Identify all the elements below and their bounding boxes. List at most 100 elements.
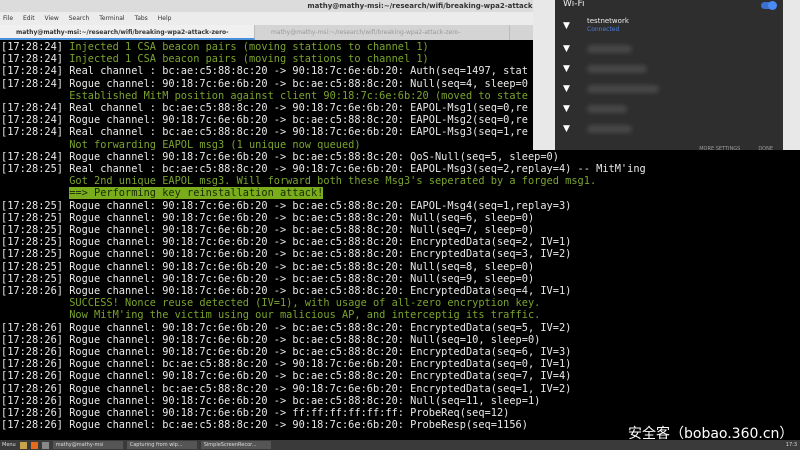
timestamp: [17:28:25] <box>1 236 70 249</box>
network-item[interactable]: ▼ <box>563 80 773 100</box>
terminal-icon[interactable] <box>41 441 49 449</box>
timestamp: [17:28:26] <box>1 333 70 346</box>
line-text: Rogue channel: 90:18:7c:6e:6b:20 -> bc:a… <box>69 370 572 383</box>
taskbar-item-terminal[interactable]: mathy@mathy-msi <box>52 441 123 449</box>
timestamp: [17:28:26] <box>1 346 70 359</box>
line-text: Rogue channel: 90:18:7c:6e:6b:20 -> bc:a… <box>69 199 572 212</box>
wifi-signal-icon: ▼ <box>563 21 570 31</box>
done-button[interactable]: DONE <box>758 146 773 152</box>
taskbar-item-wireshark[interactable]: Capturing from wlp... <box>126 441 197 449</box>
line-text: Rogue channel: 90:18:7c:6e:6b:20 -> bc:a… <box>69 346 572 359</box>
terminal-line: [17:28:25] Rogue channel: 90:18:7c:6e:6b… <box>1 248 800 260</box>
menu-file[interactable]: File <box>3 15 13 22</box>
timestamp: [17:28:24] <box>1 77 70 90</box>
menu-terminal[interactable]: Terminal <box>99 15 124 22</box>
network-item[interactable]: ▼ <box>563 120 773 140</box>
timestamp: [17:28:24] <box>1 53 70 66</box>
network-name-blurred <box>587 85 659 93</box>
network-item-connected[interactable]: ▼ testnetwork Connected <box>563 17 773 37</box>
wifi-toggle[interactable] <box>761 1 777 10</box>
line-text: Real channel : bc:ae:c5:88:8c:20 -> 90:1… <box>69 65 528 78</box>
line-text: Rogue channel: 90:18:7c:6e:6b:20 -> bc:a… <box>69 285 572 298</box>
wifi-panel: Wi-Fi ▼ testnetwork Connected ▼ ▼ ▼ ▼ ▼ MORE… <box>555 0 783 152</box>
firefox-icon[interactable] <box>30 441 38 449</box>
menu-view[interactable]: View <box>45 15 59 22</box>
timestamp <box>1 297 69 309</box>
timestamp: [17:28:26] <box>1 407 70 420</box>
menu-edit[interactable]: Edit <box>23 15 35 22</box>
terminal-line: [17:28:25] Real channel : bc:ae:c5:88:8c… <box>1 163 800 175</box>
timestamp: [17:28:26] <box>1 321 70 334</box>
more-settings-button[interactable]: MORE SETTINGS <box>699 146 740 152</box>
wifi-signal-icon: ▼ <box>563 44 570 54</box>
timestamp <box>1 309 69 321</box>
terminal-line: [17:28:25] Rogue channel: 90:18:7c:6e:6b… <box>1 212 800 224</box>
wifi-signal-icon: ▼ <box>563 104 570 114</box>
terminal-line: ==> Performing key reinstallation attack… <box>1 187 800 200</box>
network-name-blurred <box>587 105 627 113</box>
wifi-signal-icon: ▼ <box>563 124 570 134</box>
wifi-signal-icon: ▼ <box>563 84 570 94</box>
taskbar: Menu mathy@mathy-msi Capturing from wlp.… <box>0 440 800 450</box>
tab-terminal-2[interactable]: mathy@mathy-msi:~/research/wifi/breaking… <box>255 25 510 51</box>
line-text: Rogue channel: 90:18:7c:6e:6b:20 -> bc:a… <box>69 211 535 224</box>
timestamp: [17:28:26] <box>1 370 70 383</box>
line-text: Rogue channel: 90:18:7c:6e:6b:20 -> bc:a… <box>69 394 541 407</box>
taskbar-item-recorder[interactable]: SimpleScreenRecor... <box>200 441 271 449</box>
line-text: Rogue channel: 90:18:7c:6e:6b:20 -> bc:a… <box>69 236 572 249</box>
terminal-line: Now MitM'ing the victim using our malici… <box>1 309 800 321</box>
menu-help[interactable]: Help <box>158 15 172 22</box>
timestamp: [17:28:25] <box>1 211 70 224</box>
terminal-line: [17:28:24] Rogue channel: 90:18:7c:6e:6b… <box>1 151 800 163</box>
files-icon[interactable] <box>19 441 27 449</box>
line-text: Rogue channel: 90:18:7c:6e:6b:20 -> bc:a… <box>69 248 572 261</box>
timestamp: [17:28:24] <box>1 114 70 127</box>
timestamp: [17:28:26] <box>1 382 70 395</box>
line-text: Rogue channel: bc:ae:c5:88:8c:20 -> 90:1… <box>69 419 528 432</box>
start-menu-button[interactable]: Menu <box>2 442 16 448</box>
timestamp: [17:28:25] <box>1 224 70 237</box>
terminal-line: SUCCESS! Nonce reuse detected (IV=1), wi… <box>1 297 800 309</box>
terminal-line: [17:28:26] Rogue channel: 90:18:7c:6e:6b… <box>1 395 800 407</box>
timestamp: [17:28:25] <box>1 248 70 261</box>
line-text: Rogue channel: 90:18:7c:6e:6b:20 -> bc:a… <box>69 150 559 163</box>
tab-terminal-1[interactable]: mathy@mathy-msi:~/research/wifi/breaking… <box>0 25 255 51</box>
line-text: Real channel : bc:ae:c5:88:8c:20 -> 90:1… <box>69 163 646 176</box>
terminal-line: [17:28:26] Rogue channel: bc:ae:c5:88:8c… <box>1 383 800 395</box>
timestamp: [17:28:24] <box>1 150 70 163</box>
wifi-title: Wi-Fi <box>563 0 585 9</box>
timestamp <box>1 90 69 102</box>
terminal-line: [17:28:26] Rogue channel: 90:18:7c:6e:6b… <box>1 370 800 382</box>
terminal-line: Got 2nd unique EAPOL msg3. Will forward … <box>1 175 800 187</box>
terminal-line: [17:28:26] Rogue channel: 90:18:7c:6e:6b… <box>1 322 800 334</box>
timestamp <box>1 139 69 151</box>
network-item[interactable]: ▼ <box>563 60 773 80</box>
line-text: Got 2nd unique EAPOL msg3. Will forward … <box>69 175 597 188</box>
timestamp: [17:28:26] <box>1 394 70 407</box>
line-text: Injected 1 CSA beacon pairs (moving stat… <box>69 41 429 53</box>
line-text: Rogue channel: 90:18:7c:6e:6b:20 -> bc:a… <box>69 224 535 237</box>
terminal-line: [17:28:26] Rogue channel: 90:18:7c:6e:6b… <box>1 334 800 346</box>
terminal-line: [17:28:26] Rogue channel: bc:ae:c5:88:8c… <box>1 358 800 370</box>
timestamp: [17:28:25] <box>1 272 70 285</box>
line-text: Rogue channel: 90:18:7c:6e:6b:20 -> bc:a… <box>69 272 535 285</box>
line-text: Rogue channel: bc:ae:c5:88:8c:20 -> 90:1… <box>69 382 572 395</box>
network-item[interactable]: ▼ <box>563 100 773 120</box>
network-status: Connected <box>587 26 620 33</box>
timestamp: [17:28:24] <box>1 41 70 53</box>
line-text: Injected 1 CSA beacon pairs (moving stat… <box>69 53 429 66</box>
line-text: Rogue channel: 90:18:7c:6e:6b:20 -> bc:a… <box>69 260 535 273</box>
wifi-signal-icon: ▼ <box>563 64 570 74</box>
line-text: Rogue channel: 90:18:7c:6e:6b:20 -> bc:a… <box>69 333 541 346</box>
line-text: ==> Performing key reinstallation attack… <box>69 187 324 200</box>
terminal-line: [17:28:25] Rogue channel: 90:18:7c:6e:6b… <box>1 261 800 273</box>
line-text: Not forwarding EAPOL msg3 (1 unique now … <box>69 138 361 151</box>
timestamp: [17:28:26] <box>1 358 70 371</box>
network-item[interactable]: ▼ <box>563 40 773 60</box>
clock: 17:3 <box>785 442 797 448</box>
timestamp: [17:28:25] <box>1 199 70 212</box>
line-text: Real channel : bc:ae:c5:88:8c:20 -> 90:1… <box>69 126 528 139</box>
menu-tabs[interactable]: Tabs <box>135 15 148 22</box>
line-text: Rogue channel: 90:18:7c:6e:6b:20 -> bc:a… <box>69 321 572 334</box>
menu-search[interactable]: Search <box>69 15 90 22</box>
